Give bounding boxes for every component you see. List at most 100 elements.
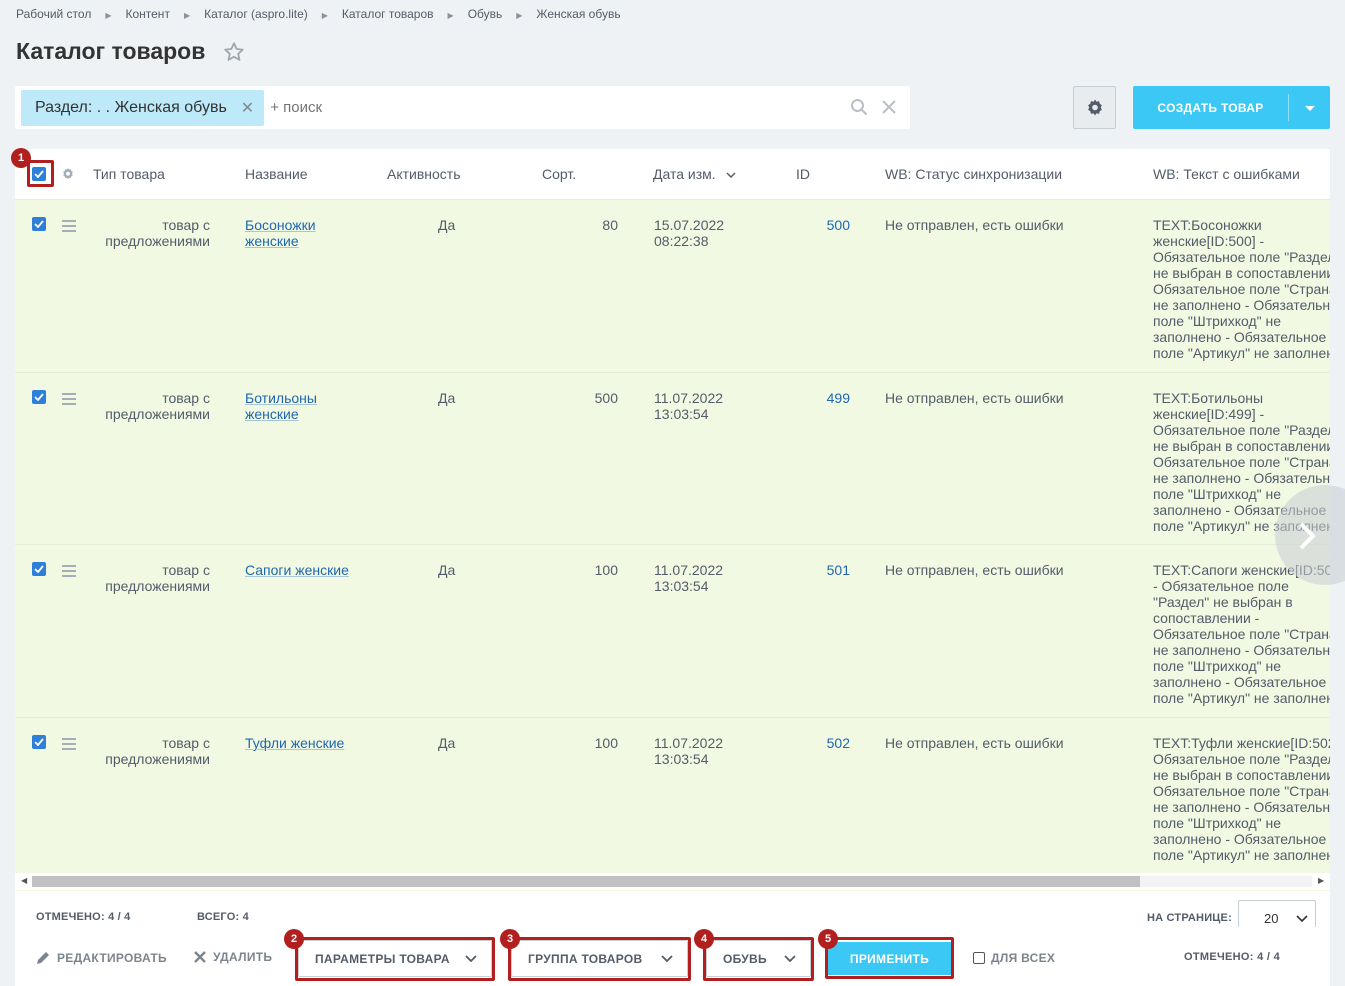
- product-id-link[interactable]: 501: [827, 562, 850, 579]
- breadcrumb-item[interactable]: Каталог (aspro.lite): [204, 7, 308, 21]
- date-cell: 11.07.2022 13:03:54: [654, 390, 723, 422]
- checkbox[interactable]: [973, 952, 985, 964]
- gear-icon[interactable]: [61, 167, 75, 181]
- date-line: 08:22:38: [654, 233, 709, 249]
- breadcrumb-item[interactable]: Контент: [125, 7, 169, 21]
- breadcrumb-item[interactable]: Рабочий стол: [16, 7, 91, 21]
- column-header-name[interactable]: Название: [245, 166, 308, 182]
- wb-error-line: поле "Штрихкод" не: [1153, 313, 1282, 329]
- product-name-cell: Туфли женские: [245, 735, 344, 751]
- id-cell: 501: [795, 562, 850, 578]
- sort-cell: 100: [594, 735, 618, 751]
- edit-button[interactable]: РЕДАКТИРОВАТЬ: [35, 950, 167, 966]
- breadcrumb-item[interactable]: Женская обувь: [536, 7, 620, 21]
- wb-error-line: не заполнено - Обязательное: [1153, 799, 1330, 815]
- wb-status-cell: Не отправлен, есть ошибки: [885, 735, 1064, 751]
- annotation-highlight-3: [508, 937, 691, 981]
- wb-error-line: Обязательное поле "Раздел": [1153, 249, 1330, 265]
- active-cell: Да: [438, 735, 456, 751]
- annotation-badge: 5: [818, 929, 838, 949]
- clear-icon[interactable]: [882, 100, 896, 114]
- annotation-highlight-2: [295, 937, 495, 981]
- row-checkbox[interactable]: [32, 735, 46, 749]
- product-name-link[interactable]: Сапоги женские: [245, 562, 349, 579]
- scroll-right-arrow-icon[interactable]: ▶: [1318, 876, 1324, 885]
- column-header-wb-errors[interactable]: WB: Текст с ошибками: [1153, 166, 1300, 182]
- column-header-type[interactable]: Тип товара: [93, 166, 165, 182]
- star-icon[interactable]: [223, 41, 245, 63]
- product-name-link[interactable]: женские: [245, 406, 299, 423]
- date-line: 13:03:54: [654, 751, 709, 767]
- product-id-link[interactable]: 502: [827, 735, 850, 752]
- wb-error-line: Обязательное поле "Страна": [1153, 626, 1330, 642]
- product-id-link[interactable]: 499: [827, 390, 850, 407]
- date-line: 13:03:54: [654, 406, 709, 422]
- id-cell: 502: [795, 735, 850, 751]
- grid-header: Тип товара Название Активность Сорт. Дат…: [15, 149, 1330, 199]
- wb-error-line: поле "Штрихкод" не: [1153, 815, 1282, 831]
- column-header-id[interactable]: ID: [796, 166, 810, 182]
- date-cell: 15.07.2022 08:22:38: [654, 217, 724, 249]
- active-cell: Да: [438, 390, 456, 406]
- date-line: 13:03:54: [654, 578, 709, 594]
- wb-errors-cell: TEXT:Сапоги женские[ID:501] - Обязательно…: [1153, 562, 1330, 706]
- drag-handle-icon[interactable]: [62, 738, 76, 753]
- column-header-wb-status[interactable]: WB: Статус синхронизации: [885, 166, 1062, 182]
- wb-error-line: заполнено - Обязательное: [1153, 674, 1327, 690]
- chevron-right-icon: ▶: [321, 10, 328, 20]
- search-icon[interactable]: [850, 98, 868, 116]
- column-header-active[interactable]: Активность: [387, 166, 461, 182]
- horizontal-scrollbar[interactable]: ◀ ▶: [15, 873, 1330, 890]
- chevron-down-icon: [1296, 914, 1309, 922]
- breadcrumb-item[interactable]: Каталог товаров: [342, 7, 434, 21]
- wb-error-line: "Раздел" не выбран в: [1153, 594, 1293, 610]
- row-checkbox[interactable]: [32, 390, 46, 404]
- selected-count-footer: ОТМЕЧЕНО: 4 / 4: [1184, 951, 1280, 963]
- product-name-cell: Ботильоны женские: [245, 390, 317, 422]
- product-name-cell: Сапоги женские: [245, 562, 349, 578]
- id-cell: 500: [795, 217, 850, 233]
- product-name-link[interactable]: Босоножки: [245, 217, 316, 234]
- create-product-button[interactable]: СОЗДАТЬ ТОВАР: [1133, 86, 1330, 129]
- table-row[interactable]: товар с предложениями Ботильоны женские Да 50…: [15, 372, 1330, 544]
- drag-handle-icon[interactable]: [62, 565, 76, 580]
- product-type-cell: товар с предложениями: [75, 217, 210, 249]
- delete-button[interactable]: УДАЛИТЬ: [193, 950, 272, 964]
- close-icon[interactable]: ✕: [241, 98, 254, 118]
- wb-error-line: не выбран в сопоставлении -: [1153, 265, 1330, 281]
- selected-count-label: ОТМЕЧЕНО:: [36, 911, 105, 923]
- product-name-link[interactable]: Туфли женские: [245, 735, 344, 752]
- wb-error-line: поле "Штрихкод" не: [1153, 658, 1282, 674]
- for-all-checkbox[interactable]: ДЛЯ ВСЕХ: [973, 951, 1055, 965]
- product-id-link[interactable]: 500: [827, 217, 850, 234]
- settings-button[interactable]: [1073, 86, 1116, 129]
- table-row[interactable]: товар с предложениями Босоножки женские Да 80…: [15, 199, 1330, 372]
- wb-error-line: TEXT:Ботильоны: [1153, 390, 1264, 406]
- product-name-link[interactable]: женские: [245, 233, 299, 250]
- drag-handle-icon[interactable]: [62, 220, 76, 235]
- scroll-left-arrow-icon[interactable]: ◀: [21, 876, 27, 885]
- row-checkbox[interactable]: [32, 562, 46, 576]
- selected-count-value: 4 / 4: [108, 911, 131, 923]
- column-header-sort[interactable]: Сорт.: [542, 166, 576, 182]
- table-row[interactable]: товар с предложениями Сапоги женские Да 100 1…: [15, 544, 1330, 717]
- chevron-down-icon[interactable]: [1289, 104, 1330, 111]
- wb-error-line: заполнено - Обязательное: [1153, 831, 1327, 847]
- sort-cell: 100: [594, 562, 618, 578]
- drag-handle-icon[interactable]: [62, 393, 76, 408]
- gear-icon: [1087, 99, 1102, 115]
- chevron-right-icon: ▶: [105, 10, 112, 20]
- row-checkbox[interactable]: [32, 217, 46, 231]
- scrollbar-thumb[interactable]: [32, 876, 1140, 887]
- wb-status-cell: Не отправлен, есть ошибки: [885, 390, 1064, 406]
- product-name-link[interactable]: Ботильоны: [245, 390, 317, 407]
- filter-tag[interactable]: Раздел: . . Женская обувь ✕: [21, 89, 265, 126]
- table-row[interactable]: товар с предложениями Туфли женские Да 100 11…: [15, 717, 1330, 891]
- breadcrumb-item[interactable]: Обувь: [468, 7, 503, 21]
- column-header-date[interactable]: Дата изм.: [653, 166, 736, 182]
- product-type-line: предложениями: [105, 406, 210, 422]
- wb-error-line: заполнено - Обязательное: [1153, 329, 1327, 345]
- wb-error-line: поле "Артикул" не заполнено: [1153, 847, 1330, 863]
- chevron-right-icon: ▶: [516, 10, 523, 20]
- search-input[interactable]: [270, 99, 831, 116]
